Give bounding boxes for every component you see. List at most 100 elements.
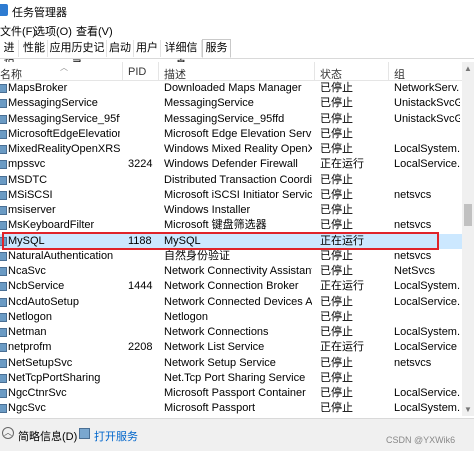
table-row[interactable]: netprofm 2208 Network List Service 正在运行 Loca…: [0, 340, 462, 355]
tab-performance[interactable]: 性能: [21, 40, 48, 57]
tab-users[interactable]: 用户: [134, 40, 161, 57]
cell-pid: [128, 325, 156, 340]
cell-description: Network Setup Service: [164, 356, 276, 369]
service-gear-icon: [0, 404, 7, 414]
column-description[interactable]: 描述: [164, 66, 186, 82]
cell-name: NcaSvc: [8, 265, 46, 277]
table-row[interactable]: Netman Network Connections 已停止 LocalSystem.…: [0, 325, 462, 340]
cell-pid: 1444: [128, 280, 153, 293]
table-row[interactable]: NgcCtnrSvc Microsoft Passport Container 已停…: [0, 386, 462, 401]
vertical-scrollbar[interactable]: ▲ ▼: [462, 62, 474, 416]
chevron-up-icon[interactable]: ︿: [2, 427, 14, 439]
cell-group: LocalService...: [394, 295, 460, 308]
cell-status: 已停止: [320, 265, 353, 277]
column-status[interactable]: 状态: [320, 66, 342, 82]
cell-description: Network Connected Devices Aut...: [164, 295, 312, 308]
menu-view[interactable]: 查看(V): [76, 23, 113, 39]
table-row[interactable]: NgcSvc Microsoft Passport 已停止 LocalSystem..…: [0, 401, 462, 416]
tab-details[interactable]: 详细信息: [161, 40, 202, 71]
cell-description: Microsoft 键盘筛选器: [164, 219, 267, 232]
cell-description: MySQL: [164, 234, 201, 247]
service-gear-icon: [0, 175, 7, 185]
services-icon[interactable]: [79, 428, 90, 439]
service-gear-icon: [0, 160, 7, 170]
table-row[interactable]: msiserver Windows Installer 已停止: [0, 203, 462, 218]
column-divider[interactable]: [314, 62, 315, 80]
cell-name: Netlogon: [8, 310, 53, 323]
cell-group: LocalService...: [394, 158, 460, 171]
service-gear-icon: [0, 114, 7, 124]
tab-startup[interactable]: 启动: [107, 40, 134, 57]
cell-name: MicrosoftEdgeElevationS...: [8, 127, 120, 140]
cell-group: LocalSystem...: [394, 280, 460, 293]
table-row[interactable]: Netlogon Netlogon 已停止: [0, 310, 462, 325]
cell-pid: 1188: [128, 234, 152, 247]
table-row[interactable]: MicrosoftEdgeElevationS... Microsoft Edge…: [0, 127, 462, 142]
table-row[interactable]: MessagingService MessagingService 已停止 Unist…: [0, 96, 462, 111]
cell-group: LocalSystem...: [394, 143, 460, 155]
cell-name: NetTcpPortSharing: [8, 371, 101, 384]
table-row[interactable]: NaturalAuthentication 自然身份验证 已停止 netsvcs: [0, 249, 462, 264]
service-gear-icon: [0, 328, 7, 337]
scrollbar-thumb[interactable]: [464, 204, 472, 226]
table-row[interactable]: NcbService 1444 Network Connection Broker 正…: [0, 279, 462, 294]
table-row[interactable]: MsKeyboardFilter Microsoft 键盘筛选器 已停止 netsvc…: [0, 218, 462, 233]
table-row[interactable]: MessagingService_95ffd MessagingService_9…: [0, 112, 462, 127]
cell-group: LocalSystem...: [394, 402, 460, 415]
cell-pid: [128, 295, 156, 310]
window-title: 任务管理器: [12, 7, 67, 19]
cell-group: [394, 234, 460, 249]
column-pid[interactable]: PID: [128, 66, 146, 78]
cell-pid: [128, 96, 156, 111]
cell-status: 已停止: [320, 371, 353, 384]
service-gear-icon: [0, 389, 7, 398]
table-row[interactable]: mpssvc 3224 Windows Defender Firewall 正在运行 L…: [0, 157, 462, 172]
cell-group: netsvcs: [394, 249, 432, 262]
cell-pid: [128, 203, 156, 218]
cell-group: netsvcs: [394, 219, 432, 232]
column-divider[interactable]: [388, 62, 389, 80]
sort-up-icon: ︿: [60, 63, 68, 72]
table-row[interactable]: NetTcpPortSharing Net.Tcp Port Sharing Se…: [0, 371, 462, 386]
table-row[interactable]: NetSetupSvc Network Setup Service 已停止 netsv…: [0, 356, 462, 371]
cell-status: 已停止: [320, 295, 353, 308]
cell-group: LocalService: [394, 341, 457, 354]
table-row[interactable]: NcaSvc Network Connectivity Assistant 已停止 N…: [0, 264, 462, 279]
open-services-link[interactable]: 打开服务: [94, 428, 138, 444]
tab-processes[interactable]: 进程: [0, 40, 19, 71]
service-gear-icon: [0, 221, 7, 231]
less-details-button[interactable]: 简略信息(D): [18, 428, 77, 444]
tab-app-history[interactable]: 应用历史记录: [48, 40, 107, 71]
cell-pid: 2208: [128, 341, 153, 354]
table-row[interactable]: NcdAutoSetup Network Connected Devices Au…: [0, 295, 462, 310]
scroll-down-icon[interactable]: ▼: [464, 405, 472, 414]
cell-group: [394, 173, 460, 188]
column-group[interactable]: 组: [394, 66, 405, 82]
column-name[interactable]: 名称: [0, 66, 22, 82]
cell-pid: [128, 249, 156, 264]
cell-pid: [128, 264, 156, 279]
cell-description: Network Connections: [164, 326, 269, 338]
table-row[interactable]: MapsBroker Downloaded Maps Manager 已停止 Netw…: [0, 81, 462, 96]
cell-name: MessagingService: [8, 97, 98, 110]
cell-status: 已停止: [320, 402, 353, 415]
column-divider[interactable]: [158, 62, 159, 80]
tab-services[interactable]: 服务: [202, 39, 231, 58]
menu-options[interactable]: 选项(O): [34, 23, 72, 39]
cell-status: 已停止: [320, 356, 353, 369]
service-gear-icon: [0, 282, 7, 292]
menu-file[interactable]: 文件(F): [0, 23, 36, 39]
table-row[interactable]: MSDTC Distributed Transaction Coordina...…: [0, 173, 462, 188]
table-row[interactable]: MixedRealityOpenXRSvc Windows Mixed Reali…: [0, 142, 462, 157]
column-divider[interactable]: [122, 62, 123, 80]
table-row[interactable]: MySQL 1188 MySQL 正在运行: [0, 233, 462, 249]
watermark: CSDN @YXWik6: [386, 435, 456, 445]
scroll-up-icon[interactable]: ▲: [464, 64, 472, 73]
service-gear-icon: [0, 84, 7, 93]
cell-description: MessagingService_95ffd: [164, 112, 285, 125]
cell-pid: [128, 401, 156, 416]
table-row[interactable]: MSiSCSI Microsoft iSCSI Initiator Service…: [0, 188, 462, 203]
service-gear-icon: [0, 99, 7, 109]
cell-description: Windows Installer: [164, 204, 251, 216]
cell-status: 正在运行: [320, 341, 364, 354]
